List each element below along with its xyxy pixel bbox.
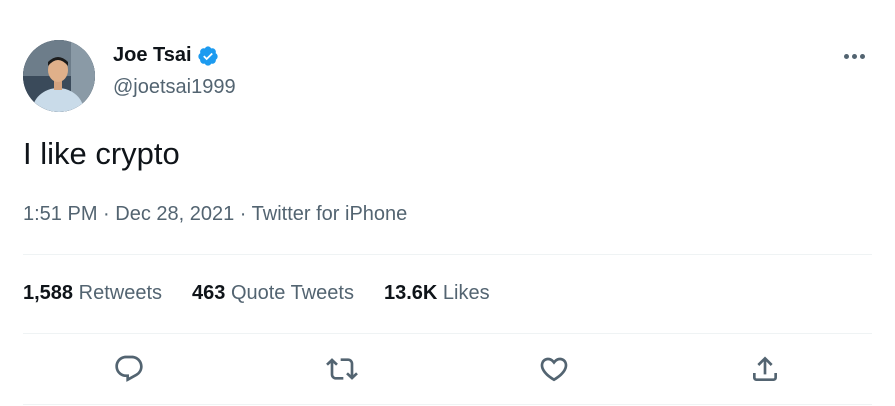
quote-tweets-stat[interactable]: 463 Quote Tweets	[192, 282, 354, 305]
likes-count: 13.6K	[383, 282, 438, 304]
divider	[23, 333, 872, 334]
more-dot	[859, 53, 865, 59]
meta-separator: ·	[97, 203, 116, 225]
tweet-date-link[interactable]: Dec 28, 2021	[115, 203, 234, 225]
quote-tweets-count: 463	[192, 282, 226, 304]
like-icon[interactable]	[530, 345, 578, 393]
more-options-icon[interactable]	[839, 44, 869, 68]
tweet-actions	[23, 345, 872, 393]
quote-tweets-label: Quote Tweets	[230, 282, 354, 304]
retweet-icon[interactable]	[318, 345, 366, 393]
tweet-time-link[interactable]: 1:51 PM	[23, 203, 97, 225]
tweet-stats: 1,588 Retweets 463 Quote Tweets 13.6K Li…	[23, 282, 490, 305]
share-icon[interactable]	[741, 345, 789, 393]
tweet-text: I like crypto	[23, 136, 180, 171]
verified-badge-icon	[197, 45, 219, 67]
avatar[interactable]	[23, 40, 95, 112]
likes-stat[interactable]: 13.6K Likes	[384, 282, 490, 305]
divider	[23, 254, 872, 255]
more-dot	[843, 53, 849, 59]
tweet-meta: 1:51 PM · Dec 28, 2021 · Twitter for iPh…	[23, 203, 407, 226]
author-name-row[interactable]: Joe Tsai	[113, 44, 219, 67]
retweets-stat[interactable]: 1,588 Retweets	[23, 282, 162, 305]
author-display-name[interactable]: Joe Tsai	[113, 44, 192, 67]
meta-separator: ·	[234, 203, 252, 225]
retweets-count: 1,588	[23, 282, 74, 304]
author-handle[interactable]: @joetsai1999	[113, 76, 236, 99]
tweet-source-link[interactable]: Twitter for iPhone	[252, 203, 408, 225]
reply-icon[interactable]	[105, 345, 153, 393]
more-dot	[851, 53, 857, 59]
retweets-label: Retweets	[78, 282, 162, 304]
likes-label: Likes	[442, 282, 490, 304]
divider	[23, 404, 872, 405]
